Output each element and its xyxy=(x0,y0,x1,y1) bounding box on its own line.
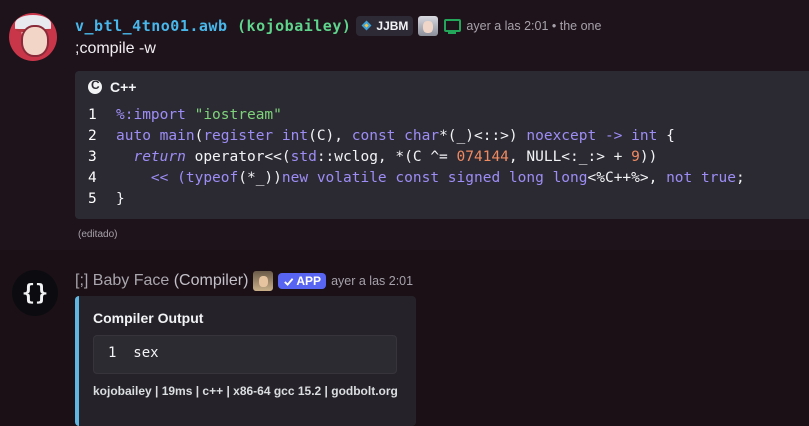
server-tag-label: JJBM xyxy=(376,19,409,33)
server-tag-icon xyxy=(361,20,373,32)
code-line-2: 2 auto main(register int(C), const char*(… xyxy=(88,128,675,144)
edited-label: (editado) xyxy=(78,229,118,240)
username[interactable]: v_btl_4tno01.awb (kojobailey) xyxy=(75,17,351,35)
username-display[interactable]: (kojobailey) xyxy=(228,17,352,35)
code-language: C++ xyxy=(110,79,137,95)
timestamp-text: ayer a las 2:01 xyxy=(466,19,549,33)
code-line-5: 5} xyxy=(88,191,125,207)
bot-role-icon[interactable] xyxy=(253,271,274,291)
bot-username-prefix: [;] Baby Face xyxy=(75,272,174,289)
message-content: ;compile -w xyxy=(75,40,156,57)
line-number: 2 xyxy=(88,128,97,144)
server-tag[interactable]: JJBM xyxy=(356,16,414,36)
bot-avatar[interactable]: {} xyxy=(12,270,58,316)
message-1: v_btl_4tno01.awb (kojobailey) JJBM ayer … xyxy=(0,0,809,250)
line-number: 3 xyxy=(88,149,97,165)
checkmark-icon xyxy=(284,277,294,286)
line-number: 5 xyxy=(88,191,97,207)
app-badge-label: APP xyxy=(296,274,322,288)
timestamp-suffix: • the one xyxy=(548,19,602,33)
line-number: 4 xyxy=(88,170,97,186)
bot-username[interactable]: [;] Baby Face (Compiler) xyxy=(75,272,248,290)
code-block[interactable]: C++ 1%:import "iostream" 2auto main(regi… xyxy=(75,71,809,219)
bot-username-suffix: (Compiler) xyxy=(173,272,249,289)
compiler-embed: Compiler Output 1 sex kojobailey | 19ms … xyxy=(75,296,416,426)
avatar-face xyxy=(21,25,49,57)
code-line-3: 3 return operator<<(std::wclog, *(C ^= 0… xyxy=(88,149,657,165)
line-number: 1 xyxy=(88,107,97,123)
embed-title: Compiler Output xyxy=(93,310,204,326)
desktop-status-icon xyxy=(443,18,462,34)
code-line-4: 4 << (typeof(*_))new volatile const sign… xyxy=(88,170,745,186)
code-line-1: 1 %:import "iostream" xyxy=(88,107,282,123)
embed-output-text: 1 sex xyxy=(108,345,159,361)
bot-timestamp[interactable]: ayer a las 2:01 xyxy=(331,274,413,288)
code-block-header: C++ xyxy=(88,78,137,95)
username-handle[interactable]: v_btl_4tno01.awb xyxy=(75,17,228,35)
embed-footer: kojobailey | 19ms | c++ | x86-64 gcc 15.… xyxy=(93,384,398,398)
embed-output-block[interactable]: 1 sex xyxy=(93,335,397,374)
app-badge[interactable]: APP xyxy=(278,273,327,289)
user-avatar[interactable] xyxy=(9,13,57,61)
message-2-header: [;] Baby Face (Compiler) APP ayer a las … xyxy=(75,270,413,292)
c-language-icon xyxy=(88,78,102,94)
timestamp[interactable]: ayer a las 2:01 • the one xyxy=(466,19,601,33)
role-icon[interactable] xyxy=(418,16,439,36)
bot-avatar-glyph: {} xyxy=(21,280,49,306)
code-lines: 1 %:import "iostream" 2 auto main(register… xyxy=(88,105,745,210)
message-header: v_btl_4tno01.awb (kojobailey) JJBM ayer … xyxy=(75,15,601,37)
